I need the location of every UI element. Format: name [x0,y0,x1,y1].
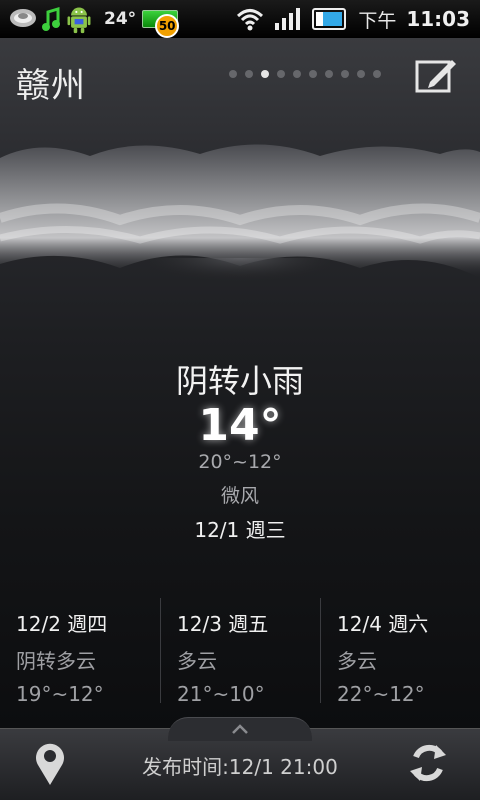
current-temperature: 14° [198,400,282,451]
city-name[interactable]: 赣州 [16,58,86,107]
status-temperature: 24° [104,9,137,29]
page-dot[interactable] [261,70,269,78]
forecast-day[interactable]: 12/4 週六 多云 22°~12° [320,598,480,706]
forecast-condition: 多云 [177,649,217,673]
current-condition: 阴转小雨 [175,362,304,400]
forecast-range: 21°~10° [177,682,265,706]
music-note-icon [42,6,60,31]
current-date: 12/1 週三 [194,518,286,542]
forecast-range: 22°~12° [337,682,425,706]
cloud-background [0,144,480,298]
battery-level-icon [312,8,347,30]
refresh-icon[interactable] [406,741,450,785]
page-dot[interactable] [357,70,365,78]
forecast-date: 12/3 週五 [177,612,269,636]
forecast-day[interactable]: 12/2 週四 阴转多云 19°~12° [0,598,160,706]
status-time-period: 下午 [358,9,397,32]
page-dot[interactable] [325,70,333,78]
page-dot[interactable] [245,70,253,78]
page-dot[interactable] [309,70,317,78]
forecast-list: 12/2 週四 阴转多云 19°~12° 12/3 週五 多云 21°~10° … [0,598,480,706]
page-dot[interactable] [229,70,237,78]
page-dot[interactable] [373,70,381,78]
wifi-icon [237,9,264,31]
forecast-range: 19°~12° [16,682,104,706]
forecast-date: 12/4 週六 [337,612,429,636]
status-bar: 24° 50 下午 11:03 [0,0,480,38]
forecast-day[interactable]: 12/3 週五 多云 21°~10° [160,598,320,706]
forecast-condition: 多云 [337,649,377,673]
signal-icon [275,8,301,30]
forecast-condition: 阴转多云 [16,649,96,673]
page-dot[interactable] [277,70,285,78]
page-dot[interactable] [341,70,349,78]
forecast-date: 12/2 週四 [16,612,108,636]
edit-icon[interactable] [414,56,458,94]
bottom-bar: 发布时间:12/1 21:00 [0,717,480,800]
battery-badge: 50 [155,14,180,38]
current-range: 20°~12° [198,451,282,473]
battery-icon: 50 [142,10,180,38]
page-indicator[interactable] [229,70,381,78]
chevron-up-icon[interactable] [231,723,249,735]
android-icon [67,7,91,34]
weather-clouds-icon [10,9,36,27]
weather-panel[interactable]: 赣州 阴转小雨 14° 20°~12° 微风 12/1 週三 12/2 週四 阴… [0,38,480,728]
status-time: 11:03 [406,7,470,31]
page-dot[interactable] [293,70,301,78]
current-wind: 微风 [220,485,259,507]
